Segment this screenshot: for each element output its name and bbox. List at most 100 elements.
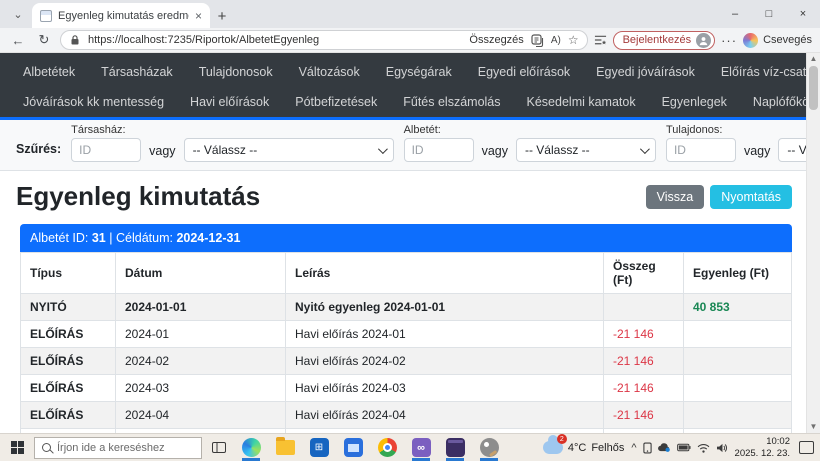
read-aloud-icon[interactable]: A) — [551, 35, 561, 46]
filter-select-albetet[interactable]: -- Válassz -- — [516, 138, 656, 162]
cell-leiras: Havi előírás 2024-05 — [286, 429, 604, 434]
report-info-bar: Albetét ID: 31 | Céldátum: 2024-12-31 — [20, 224, 792, 252]
windows-taskbar: Írjon ide a kereséshez ⊞ ∞ 2 4°C Felhős … — [0, 433, 820, 461]
weather-badge: 2 — [557, 434, 567, 444]
cell-leiras: Havi előírás 2024-02 — [286, 348, 604, 375]
edge-icon — [242, 438, 261, 457]
browser-tab-strip: ⌄ Egyenleg kimutatás eredménye - l × + –… — [0, 0, 820, 28]
or-label: vagy — [744, 144, 770, 162]
summary-label[interactable]: Összegzés — [469, 34, 523, 46]
phone-link-icon[interactable] — [643, 442, 652, 454]
nav-item-jovairasok-kk-mentesseg[interactable]: Jóváírások kk mentesség — [10, 87, 177, 117]
signin-button[interactable]: Bejelentkezés — [613, 31, 716, 50]
scroll-up-arrow-icon[interactable]: ▲ — [807, 53, 820, 65]
favorite-star-icon[interactable]: ☆ — [568, 33, 579, 47]
cell-egyenleg — [684, 375, 792, 402]
taskbar-app-chrome[interactable] — [372, 435, 402, 461]
column-header: Leírás — [286, 253, 604, 294]
chrome-icon — [378, 438, 397, 457]
nav-item-futes-elszamolas[interactable]: Fűtés elszámolás — [390, 87, 513, 117]
nav-item-tulajdonosok[interactable]: Tulajdonosok — [186, 57, 286, 87]
scrollbar-thumb[interactable] — [809, 66, 818, 110]
weather-condition: Felhős — [591, 442, 624, 454]
taskbar-app-file-explorer[interactable] — [270, 435, 300, 461]
back-button[interactable]: Vissza — [646, 185, 705, 209]
nav-item-havi-eloirasok[interactable]: Havi előírások — [177, 87, 282, 117]
column-header: Típus — [21, 253, 116, 294]
scroll-down-arrow-icon[interactable]: ▼ — [807, 421, 820, 433]
volume-icon[interactable] — [716, 443, 728, 453]
window-minimize-button[interactable]: – — [718, 0, 752, 28]
cell-datum: 2024-01 — [116, 321, 286, 348]
mail-icon — [344, 438, 363, 457]
new-tab-button[interactable]: + — [210, 4, 234, 28]
notification-center-icon[interactable] — [799, 441, 814, 454]
browser-refresh-button[interactable]: ↻ — [34, 32, 54, 48]
tray-chevron-icon[interactable]: ^ — [631, 442, 636, 454]
cell-tipus: ELŐÍRÁS — [21, 402, 116, 429]
cell-osszeg: -21 146 — [604, 348, 684, 375]
summary-icon[interactable] — [531, 34, 544, 47]
network-icon[interactable] — [697, 443, 710, 453]
filter-id-input-tarsashaz[interactable] — [71, 138, 141, 162]
taskbar-app-mail[interactable] — [338, 435, 368, 461]
profile-avatar — [696, 33, 711, 48]
favorites-hub-icon[interactable] — [594, 34, 607, 47]
start-button[interactable] — [4, 436, 30, 460]
nav-item-tarsashazak[interactable]: Társasházak — [88, 57, 186, 87]
filter-id-input-tulajdonos[interactable] — [666, 138, 736, 162]
browser-back-button[interactable]: ← — [8, 33, 28, 48]
taskbar-clock[interactable]: 10:02 2025. 12. 23. — [735, 436, 790, 460]
nav-item-kesedelmi-kamatok[interactable]: Késedelmi kamatok — [514, 87, 649, 117]
battery-icon[interactable] — [677, 443, 691, 452]
target-date-value: 2024-12-31 — [176, 231, 240, 245]
taskbar-search-placeholder: Írjon ide a kereséshez — [57, 442, 165, 454]
copilot-chat-button[interactable]: Csevegés — [743, 33, 812, 48]
tab-title: Egyenleg kimutatás eredménye - l — [58, 10, 189, 22]
or-label: vagy — [149, 144, 175, 162]
tab-close-icon[interactable]: × — [195, 9, 202, 23]
taskbar-search-box[interactable]: Írjon ide a kereséshez — [34, 437, 202, 459]
nav-row-2: Jóváírások kk mentességHavi előírásokPót… — [0, 87, 806, 117]
window-close-button[interactable]: × — [786, 0, 820, 28]
page-scrollbar[interactable]: ▲ ▼ — [806, 53, 820, 433]
print-button[interactable]: Nyomtatás — [710, 185, 792, 209]
chevron-down-icon — [640, 144, 650, 154]
window-maximize-button[interactable]: □ — [752, 0, 786, 28]
cell-egyenleg — [684, 402, 792, 429]
windows-logo-icon — [11, 441, 24, 454]
cell-datum: 2024-03 — [116, 375, 286, 402]
info-separator: | — [109, 231, 112, 245]
url-omnibox[interactable]: https://localhost:7235/Riportok/AlbetetE… — [60, 30, 588, 50]
onedrive-icon[interactable] — [658, 443, 671, 452]
signin-label: Bejelentkezés — [623, 34, 692, 46]
filter-select-tarsashaz[interactable]: -- Válassz -- — [184, 138, 394, 162]
search-icon — [42, 443, 51, 452]
browser-menu-icon[interactable]: ··· — [721, 33, 737, 48]
filter-id-input-albetet[interactable] — [404, 138, 474, 162]
nav-item-albetetek[interactable]: Albetétek — [10, 57, 88, 87]
taskbar-app-gimp[interactable] — [474, 435, 504, 461]
nav-item-egyedi-jovairasok[interactable]: Egyedi jóváírások — [583, 57, 708, 87]
nav-item-eloiras-viz-csat[interactable]: Előírás víz-csat — [708, 57, 806, 87]
nav-item-egyedi-eloirasok[interactable]: Egyedi előírások — [465, 57, 583, 87]
tab-search-chevron-icon[interactable]: ⌄ — [6, 3, 30, 25]
taskbar-app-microsoft-store[interactable]: ⊞ — [304, 435, 334, 461]
filter-col-tarsashaz: Társasház: — [71, 124, 141, 162]
nav-item-egysegarak[interactable]: Egységárak — [373, 57, 465, 87]
browser-tab[interactable]: Egyenleg kimutatás eredménye - l × — [32, 3, 210, 28]
filter-label-tulajdonos: Tulajdonos: — [666, 124, 736, 136]
taskbar-app-visual-studio[interactable]: ∞ — [406, 435, 436, 461]
nav-item-potbefizetesek[interactable]: Pótbefizetések — [282, 87, 390, 117]
weather-widget[interactable]: 2 4°C Felhős — [543, 441, 625, 454]
taskbar-app-terminal[interactable] — [440, 435, 470, 461]
taskbar-app-edge[interactable] — [236, 435, 266, 461]
column-header: Dátum — [116, 253, 286, 294]
task-view-button[interactable] — [206, 436, 232, 460]
microsoft-store-icon: ⊞ — [310, 438, 329, 457]
nav-item-valtozasok[interactable]: Változások — [286, 57, 373, 87]
albetet-id-value: 31 — [92, 231, 106, 245]
nav-item-egyenlegek[interactable]: Egyenlegek — [649, 87, 740, 117]
nav-item-naplofokonyv[interactable]: Naplófőkönyv — [740, 87, 806, 117]
filter-select-tulajdonos[interactable]: -- Válassz -- — [778, 138, 806, 162]
